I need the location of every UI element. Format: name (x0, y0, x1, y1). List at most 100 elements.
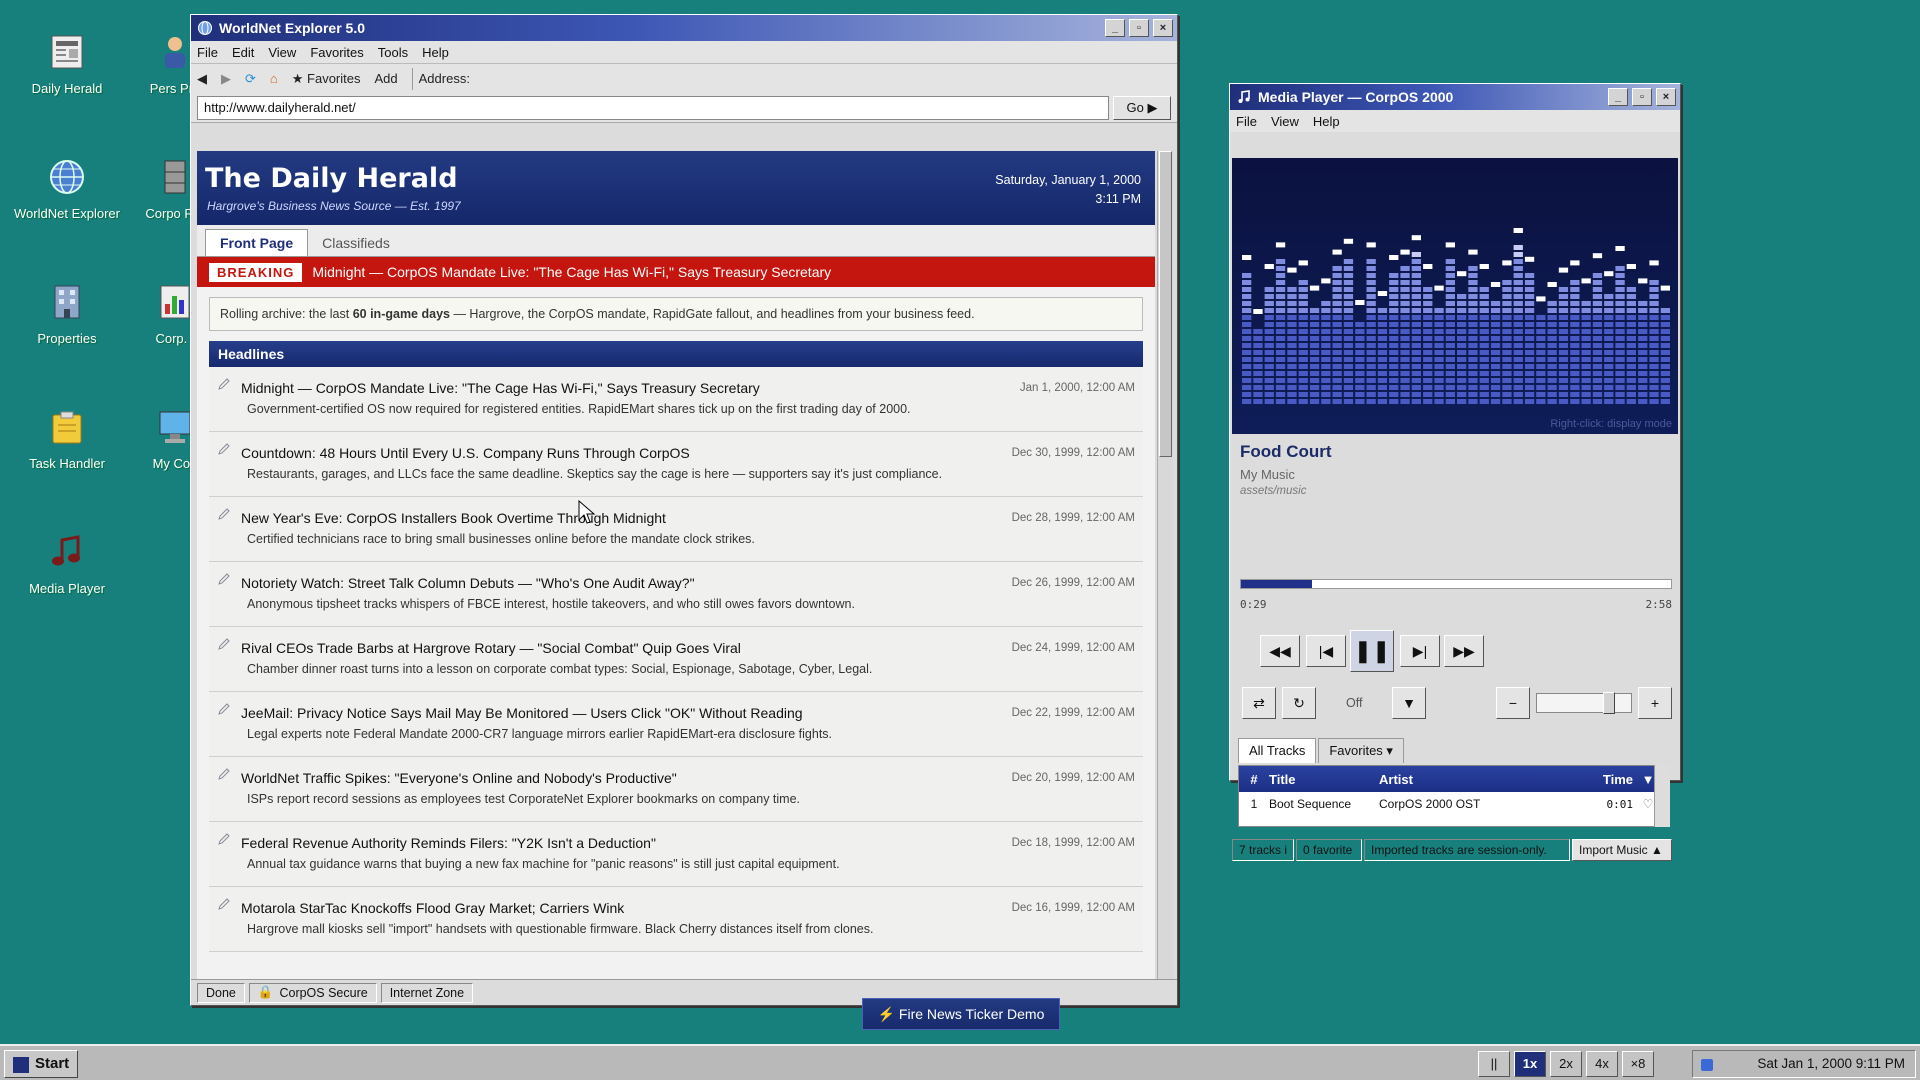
headline-item[interactable]: WorldNet Traffic Spikes: "Everyone's Onl… (209, 757, 1143, 822)
volume-slider[interactable] (1536, 692, 1632, 714)
address-input[interactable]: http://www.dailyherald.net/ (197, 95, 1109, 120)
volume-down-button[interactable]: − (1496, 687, 1530, 719)
minimize-button[interactable]: _ (1105, 19, 1125, 37)
visualizer-cell (1423, 315, 1433, 320)
tab-all-tracks[interactable]: All Tracks (1238, 738, 1317, 763)
previous-button[interactable]: |◀ (1306, 635, 1346, 667)
visualizer-cell (1604, 385, 1614, 390)
table-row[interactable]: 1 Boot Sequence CorpOS 2000 OST 0:01 ♡ (1239, 792, 1669, 816)
desktop-icon-worldnet-explorer[interactable]: WorldNet Explorer (12, 155, 122, 222)
visualizer-cell (1479, 287, 1489, 292)
maximize-button[interactable]: ▫ (1129, 19, 1149, 37)
visualizer-cell (1513, 392, 1523, 397)
volume-slider-thumb[interactable] (1603, 692, 1615, 714)
headline-item[interactable]: New Year's Eve: CorpOS Installers Book O… (209, 497, 1143, 562)
speed-2x-button[interactable]: 2x (1550, 1051, 1582, 1077)
player-titlebar[interactable]: Media Player — CorpOS 2000 _ ▫ × (1230, 84, 1680, 110)
forward-icon[interactable]: ▶ (221, 71, 231, 87)
shuffle-button[interactable]: ⇄ (1242, 687, 1276, 719)
headline-item[interactable]: Countdown: 48 Hours Until Every U.S. Com… (209, 432, 1143, 497)
col-artist[interactable]: Artist (1379, 772, 1573, 787)
minimize-button[interactable]: _ (1608, 88, 1628, 106)
visualizer-cell (1468, 287, 1478, 292)
menu-view[interactable]: View (268, 45, 296, 60)
col-time[interactable]: Time (1573, 772, 1633, 787)
menu-file[interactable]: File (197, 45, 218, 60)
menu-file[interactable]: File (1236, 114, 1257, 129)
visualizer-cell (1377, 385, 1388, 390)
visualizer-cell (1626, 315, 1636, 320)
desktop-icon-daily-herald[interactable]: Daily Herald (12, 30, 122, 97)
volume-up-button[interactable]: + (1638, 687, 1672, 719)
pause-button[interactable]: ❚❚ (1350, 630, 1394, 672)
visualizer-cell (1558, 385, 1569, 390)
headline-item[interactable]: Rival CEOs Trade Barbs at Hargrove Rotar… (209, 627, 1143, 692)
visualizer-cell (1298, 399, 1308, 404)
total-time: 2:58 (1645, 598, 1673, 611)
menu-help[interactable]: Help (1313, 114, 1340, 129)
visualizer-cell (1366, 378, 1376, 383)
repeat-button[interactable]: ↻ (1282, 687, 1316, 719)
back-icon[interactable]: ◀ (197, 71, 207, 87)
visualizer-cell (1615, 378, 1625, 383)
seek-bar[interactable] (1240, 579, 1672, 589)
visualizer-cell (1366, 266, 1376, 271)
import-music-button[interactable]: Import Music ▲ (1572, 839, 1672, 861)
refresh-icon[interactable]: ⟳ (245, 71, 256, 87)
menu-favorites[interactable]: Favorites (310, 45, 363, 60)
headline-item[interactable]: Federal Revenue Authority Reminds Filers… (209, 822, 1143, 887)
headlines-header: Headlines (209, 341, 1143, 367)
desktop-icon-properties[interactable]: Properties (12, 280, 122, 347)
visualizer-cell (1275, 371, 1286, 376)
visualizer-cell (1423, 350, 1433, 355)
desktop-icon-media-player[interactable]: Media Player (12, 530, 122, 597)
menu-edit[interactable]: Edit (232, 45, 254, 60)
tab-front-page[interactable]: Front Page (205, 229, 309, 256)
track-list-scrollbar[interactable] (1654, 765, 1670, 827)
visualizer[interactable]: Right-click: display mode (1232, 158, 1678, 434)
col-title[interactable]: Title (1269, 772, 1379, 787)
visualizer-cell (1558, 399, 1569, 404)
speed-1x-button[interactable]: 1x (1514, 1051, 1546, 1077)
visualizer-cell (1389, 343, 1399, 348)
headline-item[interactable]: JeeMail: Privacy Notice Says Mail May Be… (209, 692, 1143, 757)
favorites-button[interactable]: ★ Favorites (292, 71, 361, 87)
visualizer-cell (1287, 385, 1297, 390)
speed-4x-button[interactable]: 4x (1586, 1051, 1618, 1077)
tab-favorites[interactable]: Favorites ▾ (1318, 738, 1404, 763)
start-button[interactable]: Start (4, 1050, 78, 1078)
close-button[interactable]: × (1153, 19, 1173, 37)
close-button[interactable]: × (1656, 88, 1676, 106)
visualizer-cell (1343, 350, 1354, 355)
next-button[interactable]: ▶| (1400, 635, 1440, 667)
tab-classifieds[interactable]: Classifieds (308, 230, 404, 256)
repeat-mode-dropdown[interactable]: ▼ (1392, 687, 1426, 719)
desktop-icon-task-handler[interactable]: Task Handler (12, 405, 122, 472)
headline-date: Dec 28, 1999, 12:00 AM (1011, 512, 1135, 524)
fire-news-ticker-button[interactable]: ⚡ Fire News Ticker Demo (862, 998, 1060, 1030)
home-icon[interactable]: ⌂ (270, 71, 278, 86)
menu-tools[interactable]: Tools (378, 45, 408, 60)
maximize-button[interactable]: ▫ (1632, 88, 1652, 106)
clock[interactable]: Sat Jan 1, 2000 9:11 PM (1757, 1056, 1905, 1071)
speed-pause-button[interactable]: || (1478, 1051, 1510, 1077)
headline-item[interactable]: Notoriety Watch: Street Talk Column Debu… (209, 562, 1143, 627)
add-favorite-button[interactable]: Add (375, 71, 398, 86)
headline-date: Dec 20, 1999, 12:00 AM (1011, 772, 1135, 784)
rewind-button[interactable]: ◀◀ (1260, 635, 1300, 667)
menu-view[interactable]: View (1271, 114, 1299, 129)
speed-8x-button[interactable]: ×8 (1622, 1051, 1654, 1077)
fast-forward-button[interactable]: ▶▶ (1444, 635, 1484, 667)
menu-help[interactable]: Help (422, 45, 449, 60)
page-scrollbar[interactable] (1157, 151, 1173, 989)
breaking-banner[interactable]: BREAKING Midnight — CorpOS Mandate Live:… (197, 257, 1155, 287)
visualizer-cell (1343, 308, 1354, 313)
scrollbar-thumb[interactable] (1159, 151, 1172, 457)
col-number[interactable]: # (1239, 772, 1269, 787)
visualizer-cell (1298, 287, 1308, 292)
browser-titlebar[interactable]: WorldNet Explorer 5.0 _ ▫ × (191, 15, 1177, 41)
go-button[interactable]: Go ▶ (1113, 95, 1171, 120)
headline-item[interactable]: Midnight — CorpOS Mandate Live: "The Cag… (209, 367, 1143, 432)
visualizer-cell (1366, 301, 1376, 306)
headline-item[interactable]: Motarola StarTac Knockoffs Flood Gray Ma… (209, 887, 1143, 952)
